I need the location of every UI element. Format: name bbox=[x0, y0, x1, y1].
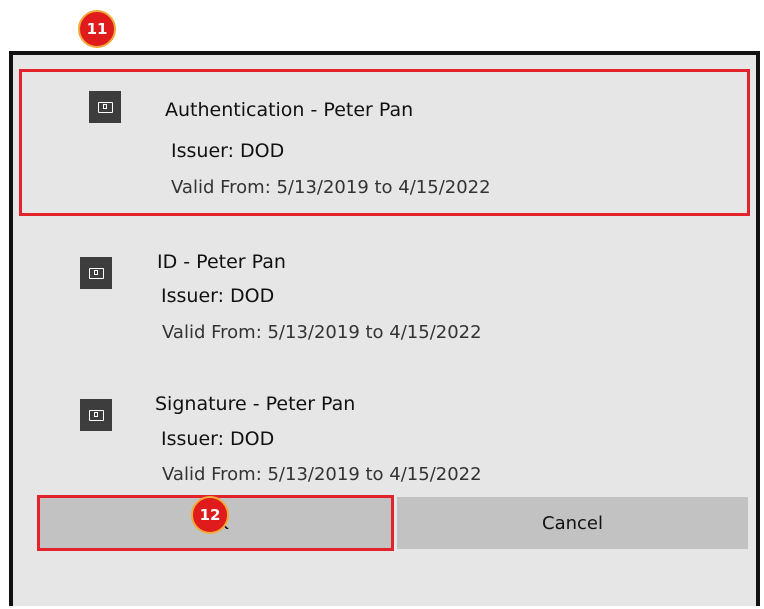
step-callout-11: 11 bbox=[78, 10, 116, 48]
certificate-icon bbox=[89, 91, 121, 123]
certificate-title: Authentication - Peter Pan bbox=[165, 99, 414, 121]
certificate-valid-range: Valid From: 5/13/2019 to 4/15/2022 bbox=[162, 322, 482, 343]
certificate-glyph bbox=[97, 101, 113, 113]
certificate-issuer: Issuer: DOD bbox=[161, 285, 275, 307]
screenshot-stage: 11 Authentication - Peter Pan Issuer: DO… bbox=[0, 0, 764, 609]
certificate-title: ID - Peter Pan bbox=[157, 251, 286, 273]
certificate-valid-range: Valid From: 5/13/2019 to 4/15/2022 bbox=[171, 177, 491, 198]
certificate-item-authentication[interactable]: Authentication - Peter Pan Issuer: DOD V… bbox=[19, 69, 750, 216]
cancel-button[interactable]: Cancel bbox=[397, 497, 748, 549]
certificate-glyph bbox=[88, 267, 104, 279]
certificate-icon bbox=[80, 399, 112, 431]
certificate-issuer: Issuer: DOD bbox=[171, 140, 285, 162]
certificate-valid-range: Valid From: 5/13/2019 to 4/15/2022 bbox=[162, 464, 482, 485]
certificate-item-signature[interactable]: Signature - Peter Pan Issuer: DOD Valid … bbox=[13, 382, 756, 492]
certificate-issuer: Issuer: DOD bbox=[161, 428, 275, 450]
certificate-title: Signature - Peter Pan bbox=[155, 393, 356, 415]
certificate-icon bbox=[80, 257, 112, 289]
step-callout-12: 12 bbox=[191, 496, 229, 534]
certificate-select-dialog: Authentication - Peter Pan Issuer: DOD V… bbox=[9, 51, 760, 606]
certificate-item-id[interactable]: ID - Peter Pan Issuer: DOD Valid From: 5… bbox=[13, 239, 756, 359]
certificate-glyph bbox=[88, 409, 104, 421]
